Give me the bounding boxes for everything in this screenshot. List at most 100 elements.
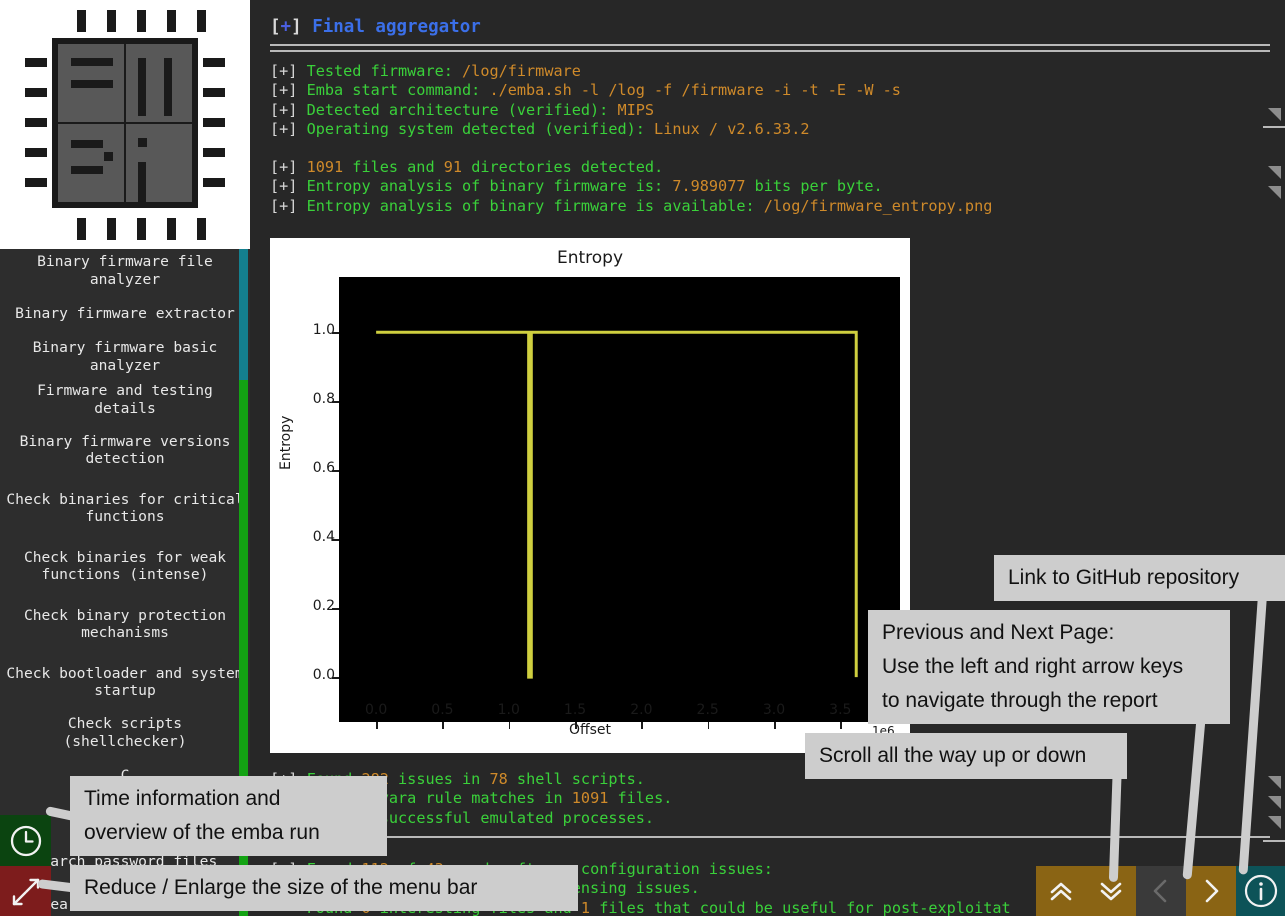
line-segment: /log/firmware [462,62,581,80]
scroll-callout: Scroll all the way up or down [805,733,1127,779]
terminal-output: [+] Final aggregator [+] Tested firmware… [270,14,1270,216]
chevron-left-icon [1153,879,1167,903]
terminal-block-2: [+] 1091 files and 91 directories detect… [270,158,1270,216]
line-segment: directories detected. [462,158,664,177]
divider-bottom [270,836,1270,838]
terminal-line: [+] Emba start command: ./emba.sh -l /lo… [270,81,1270,100]
sidebar-item-6[interactable]: Check binaries for weak functions (inten… [0,537,250,595]
chart-y-axis-label: Entropy [278,415,294,470]
scroll-position-markers [1257,0,1285,916]
sidebar-item-7[interactable]: Check binary protection mechanisms [0,595,250,653]
info-circle-icon [1244,874,1277,908]
chart-y-tick-mark [332,608,339,610]
divider-top [270,44,1270,52]
line-prefix: [+] [270,100,307,119]
chart-y-tick-label: 0.2 [312,598,335,615]
next-page-button[interactable] [1186,866,1236,916]
page-nav-callout: Previous and Next Page: Use the left and… [868,610,1230,724]
header-marker: + [280,17,292,37]
logo-panel [0,0,250,249]
emba-chip-logo-icon [25,9,225,240]
chart-y-tick-label: 1.0 [312,322,335,339]
line-prefix: [+] [270,62,307,80]
chart-y-tick-mark [332,470,339,472]
scroll-marker-rule-1 [1263,126,1285,128]
chart-y-tick-mark [332,539,339,541]
chart-x-tick-label: 1.5 [563,702,587,718]
line-segment: bits per byte. [745,177,883,196]
line-segment: files and [343,158,444,177]
header-bracket-close: ] [291,17,302,37]
scroll-top-button[interactable] [1036,866,1086,916]
chart-x-tick-label: 0.0 [364,702,388,718]
scroll-marker-icon-1 [1268,108,1281,121]
entropy-chart: Entropy Entropy Offset 0.0 0.2 0.4 0.6 0.8 1.… [270,238,910,753]
line-segment: 91 [443,158,463,177]
line-segment: files. [608,789,673,808]
chevron-right-icon [1205,879,1219,903]
entropy-line [376,330,858,679]
chart-y-tick-mark [332,677,339,679]
chart-y-tick-label: 0.6 [312,460,335,477]
line-segment: issues in [388,770,490,788]
line-segment: yara rule matches in [370,789,572,808]
line-prefix: [+] [270,177,307,196]
chart-x-tick-mark [575,722,577,729]
bottom-nav-bar [1036,866,1285,916]
resize-collapse-icon [12,878,39,905]
terminal-line: [+] Entropy analysis of binary firmware … [270,197,1270,216]
prev-page-button[interactable] [1136,866,1186,916]
emba-report-window: Binary firmware file analyzer Binary fir… [0,0,1285,916]
terminal-line: [+] Entropy analysis of binary firmware … [270,177,1270,196]
sidebar-item-9[interactable]: Check scripts (shellchecker) [0,711,250,754]
chart-x-tick-mark [840,722,842,729]
header-bracket-open: [ [270,17,281,37]
chart-x-tick-label: 0.5 [431,702,454,718]
sidebar-item-8[interactable]: Check bootloader and system startup [0,653,250,711]
chart-x-tick-label: 3.5 [829,702,852,718]
line-segment: Operating system detected (verified): [306,119,655,138]
line-segment: MIPS [617,100,655,119]
line-segment: 78 [489,770,508,788]
line-prefix: [+] [270,81,307,100]
chart-x-tick-mark [508,722,511,729]
scroll-marker-icon-5 [1268,796,1281,809]
double-chevron-up-icon [1050,882,1072,901]
sidebar-item-2[interactable]: Binary firmware basic analyzer [0,335,250,378]
terminal-line: [+] Detected architecture (verified): MI… [270,101,1270,120]
line-segment: Tested firmware: [306,62,463,80]
sidebar-item-5[interactable]: Check binaries for critical functions [0,479,250,537]
sidebar-item-4[interactable]: Binary firmware versions detection [0,421,250,479]
line-segment: 1091 [571,789,609,808]
line-segment: Detected architecture (verified): [306,100,618,119]
section-header: [+] Final aggregator [270,14,1270,40]
scroll-marker-icon-4 [1268,776,1281,789]
chart-plot-area [339,277,900,722]
line-segment: 7.989077 [672,177,746,196]
time-info-button[interactable] [0,815,51,866]
sidebar-item-3[interactable]: Firmware and testing details [0,378,250,421]
chart-x-tick-mark [641,722,643,729]
chart-x-tick-label: 2.5 [696,702,719,718]
line-segment: successful emulated processes. [370,808,655,827]
menu-resize-button[interactable] [0,866,51,916]
scroll-marker-icon-3 [1268,186,1281,199]
line-segment: 1 [580,898,591,916]
line-segment: ./emba.sh -l /log -f /firmware -i -t -E … [489,81,901,100]
chart-x-tick-mark [442,722,444,729]
line-prefix: [+] [270,196,307,215]
sidebar-item-0[interactable]: Binary firmware file analyzer [0,249,250,292]
sidebar-item-1[interactable]: Binary firmware extractor [0,292,250,335]
chart-x-tick-label: 3.0 [762,702,786,718]
line-segment: Entropy analysis of binary firmware is a… [306,196,764,215]
chart-title: Entropy [556,248,624,268]
chart-y-tick-label: 0.4 [312,529,335,546]
chart-x-tick-label: 2.0 [630,702,653,718]
time-callout: Time information and overview of the emb… [70,776,387,856]
chart-y-tick-label: 0.0 [312,667,335,684]
chart-x-tick-mark [376,722,378,729]
header-title: Final aggregator [312,17,481,37]
terminal-block-1: [+] Tested firmware: /log/firmware [+] Em… [270,62,1270,139]
line-segment: Entropy analysis of binary firmware is: [306,177,673,196]
